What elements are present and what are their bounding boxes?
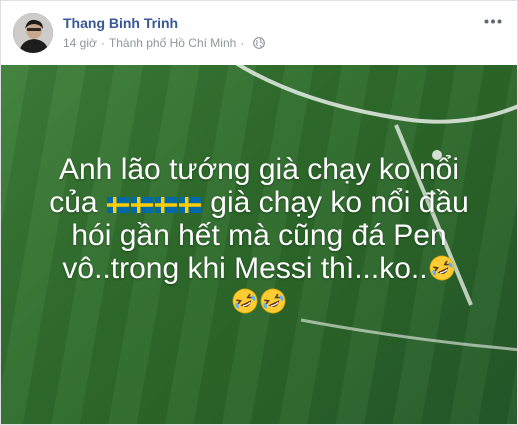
post-text-line-3: hói gần hết mà cũng đá Pen: [71, 219, 447, 252]
post-header: Thang Binh Trinh 14 giờ · Thành phố Hồ C…: [1, 1, 517, 63]
avatar[interactable]: [13, 13, 53, 53]
post-text-line-2: của già chạy ko nổi đầu: [1, 186, 517, 219]
sweden-flags: [106, 186, 210, 219]
sweden-flag-icon: [106, 197, 129, 213]
post-text-line-2-suffix: già chạy ko nổi đầu: [210, 186, 469, 219]
post-timestamp[interactable]: 14 giờ: [63, 36, 97, 50]
post-text-line-5: [1, 285, 517, 318]
post-text-line-2-prefix: của: [49, 186, 98, 219]
meta-separator-2: ·: [240, 36, 245, 50]
avatar-image: [13, 13, 53, 53]
sweden-flag-icon: [154, 197, 177, 213]
facebook-post: Thang Binh Trinh 14 giờ · Thành phố Hồ C…: [0, 0, 518, 425]
laughing-emoji-icon: [232, 288, 258, 314]
post-text: Anh lão tướng già chạy ko nổi của già ch…: [1, 153, 517, 318]
post-meta: 14 giờ · Thành phố Hồ Chí Minh ·: [63, 36, 266, 50]
meta-separator: ·: [100, 36, 105, 50]
laughing-emoji-icon: [429, 255, 454, 281]
sweden-flag-icon: [130, 197, 153, 213]
sweden-flag-icon: [178, 197, 201, 213]
post-location[interactable]: Thành phố Hồ Chí Minh: [109, 36, 236, 50]
more-options-icon[interactable]: [483, 13, 503, 29]
post-text-line-1: Anh lão tướng già chạy ko nổi: [58, 153, 459, 186]
globe-icon[interactable]: [253, 37, 266, 49]
post-text-line-4-text: vô..trong khi Messi thì...ko..: [62, 252, 428, 285]
post-text-line-4: vô..trong khi Messi thì...ko..: [1, 252, 517, 285]
laughing-emoji-icon: [260, 288, 286, 314]
post-background-card: Anh lão tướng già chạy ko nổi của già ch…: [1, 65, 517, 424]
author-name[interactable]: Thang Binh Trinh: [63, 15, 178, 31]
